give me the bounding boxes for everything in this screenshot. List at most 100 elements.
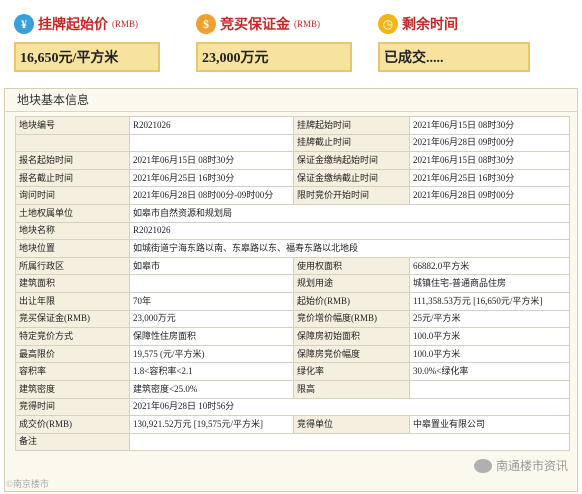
field-label: 建筑面积 <box>15 274 130 293</box>
field-value: 保障性住房面积 <box>129 327 294 346</box>
table-row: 地块编号 R2021026 挂牌起始时间 2021年06月15日 08时30分 <box>15 116 570 135</box>
field-value: 2021年06月28日 09时00分 <box>409 186 570 205</box>
watermark-corner: ©南京楼市 <box>6 479 49 489</box>
field-label: 限高 <box>293 379 410 399</box>
field-label: 保证金缴纳起始时间 <box>293 151 410 170</box>
field-value: 2021年06月28日 10时56分 <box>129 397 570 417</box>
field-label: 出让年限 <box>15 291 130 311</box>
listing-price-value: 16,650元/平方米 <box>14 42 160 72</box>
field-label: 竞买保证金(RMB) <box>15 309 130 329</box>
table-row: 竞买保证金(RMB) 23,000万元 竞价增价幅度(RMB) 25元/平方米 <box>15 309 570 329</box>
field-value: 如皋市自然资源和规划局 <box>129 203 570 223</box>
field-value: 2021年06月25日 16时30分 <box>129 168 294 188</box>
field-value: 城镇住宅-普通商品住房 <box>409 274 570 293</box>
field-label: 地块名称 <box>15 221 130 241</box>
price-tag-icon: ¥ <box>14 14 34 34</box>
field-value: 19,575 (元/平方米) <box>129 344 294 364</box>
table-row: 特定竞价方式 保障性住房面积 保障房初始面积 100.0平方米 <box>15 327 570 346</box>
table-row: 挂牌截止时间 2021年06月28日 09时00分 <box>15 133 570 153</box>
field-value: 111,358.53万元 [16,650元/平方米] <box>409 291 570 311</box>
deposit-label: 竞买保证金 <box>220 18 290 33</box>
field-value <box>129 133 294 153</box>
table-row: 土地权属单位 如皋市自然资源和规划局 <box>15 203 570 223</box>
field-value: 建筑密度<25.0% <box>129 379 294 399</box>
table-row: 成交价(RMB) 130,921.52万元 [19,575元/平方米] 竞得单位 中皋… <box>15 415 570 434</box>
table-row: 竞得时间 2021年06月28日 10时56分 <box>15 397 570 417</box>
field-label: 挂牌起始时间 <box>293 116 410 135</box>
field-value: 2021年06月25日 16时30分 <box>409 168 570 188</box>
field-label: 保证金缴纳截止时间 <box>293 168 410 188</box>
clock-icon: ◷ <box>378 14 398 34</box>
field-label: 建筑密度 <box>15 379 130 399</box>
field-label: 特定竞价方式 <box>15 327 130 346</box>
listing-price-block: ¥ 挂牌起始价 (RMB) 16,650元/平方米 <box>14 10 160 72</box>
listing-price-label: 挂牌起始价 <box>38 18 108 33</box>
remaining-block: ◷ 剩余时间 已成交..... <box>378 10 530 72</box>
field-value: 1.8<容积率<2.1 <box>129 362 294 381</box>
field-value: R2021026 <box>129 116 294 135</box>
remaining-value: 已成交..... <box>378 42 530 72</box>
table-row: 出让年限 70年 起始价(RMB) 111,358.53万元 [16,650元/平方米… <box>15 291 570 311</box>
field-value: R2021026 <box>129 221 570 241</box>
watermark-text: 南通楼市资讯 <box>495 459 568 473</box>
land-info-panel: 地块基本信息 地块编号 R2021026 挂牌起始时间 2021年06月15日 08时… <box>4 88 578 492</box>
field-label: 询问时间 <box>15 186 130 205</box>
table-row: 地块名称 R2021026 <box>15 221 570 241</box>
listing-price-unit: (RMB) <box>112 19 139 29</box>
field-value: 2021年06月15日 08时30分 <box>409 151 570 170</box>
wechat-icon <box>473 458 492 473</box>
field-value: 2021年06月28日 08时00分-09时00分 <box>129 186 294 205</box>
table-row: 建筑面积 规划用途 城镇住宅-普通商品住房 <box>15 274 570 293</box>
field-value <box>129 274 294 293</box>
field-label: 竞价增价幅度(RMB) <box>293 309 410 329</box>
land-info-table: 地块编号 R2021026 挂牌起始时间 2021年06月15日 08时30分 挂牌截止… <box>15 116 570 452</box>
field-value: 如皋市 <box>129 256 294 276</box>
watermark: 南通楼市资讯 <box>473 457 568 474</box>
table-row: 地块位置 如城街道宁海东路以南、东皋路以东、福寿东路以北地段 <box>15 239 570 258</box>
field-value: 如城街道宁海东路以南、东皋路以东、福寿东路以北地段 <box>129 239 570 258</box>
field-value: 100.0平方米 <box>409 344 570 364</box>
field-value <box>409 379 570 399</box>
field-value: 2021年06月28日 09时00分 <box>409 133 570 153</box>
field-label: 所属行政区 <box>15 256 130 276</box>
field-label: 绿化率 <box>293 362 410 381</box>
field-value: 70年 <box>129 291 294 311</box>
field-label: 最高限价 <box>15 344 130 364</box>
table-row: 所属行政区 如皋市 使用权面积 66882.0平方米 <box>15 256 570 276</box>
table-row: 容积率 1.8<容积率<2.1 绿化率 30.0%<绿化率 <box>15 362 570 381</box>
field-label: 成交价(RMB) <box>15 415 130 434</box>
table-row: 询问时间 2021年06月28日 08时00分-09时00分 限时竞价开始时间 202… <box>15 186 570 205</box>
field-label: 规划用途 <box>293 274 410 293</box>
money-bag-icon: $ <box>196 14 216 34</box>
table-row: 备注 <box>15 432 570 452</box>
field-label: 地块编号 <box>15 116 130 135</box>
field-value: 25元/平方米 <box>409 309 570 329</box>
field-label: 保障房初始面积 <box>293 327 410 346</box>
panel-title: 地块基本信息 <box>5 89 577 112</box>
table-row: 报名起始时间 2021年06月15日 08时30分 保证金缴纳起始时间 2021年06… <box>15 151 570 170</box>
field-label: 竞得单位 <box>293 415 410 434</box>
field-label: 地块位置 <box>15 239 130 258</box>
table-row: 建筑密度 建筑密度<25.0% 限高 <box>15 379 570 399</box>
table-row: 报名截止时间 2021年06月25日 16时30分 保证金缴纳截止时间 2021年06… <box>15 168 570 188</box>
field-label: 报名起始时间 <box>15 151 130 170</box>
field-value: 中皋置业有限公司 <box>409 415 570 434</box>
field-value <box>129 432 570 452</box>
field-value: 2021年06月15日 08时30分 <box>409 116 570 135</box>
field-value: 23,000万元 <box>129 309 294 329</box>
field-label: 使用权面积 <box>293 256 410 276</box>
summary-bar: ¥ 挂牌起始价 (RMB) 16,650元/平方米 $ 竞买保证金 (RMB) … <box>0 0 582 88</box>
field-label: 挂牌截止时间 <box>293 133 410 153</box>
deposit-block: $ 竞买保证金 (RMB) 23,000万元 <box>196 10 352 72</box>
field-value: 130,921.52万元 [19,575元/平方米] <box>129 415 294 434</box>
table-row: 最高限价 19,575 (元/平方米) 保障房竞价幅度 100.0平方米 <box>15 344 570 364</box>
remaining-label: 剩余时间 <box>402 18 458 33</box>
field-label: 保障房竞价幅度 <box>293 344 410 364</box>
deposit-value: 23,000万元 <box>196 42 352 72</box>
field-value: 100.0平方米 <box>409 327 570 346</box>
field-value: 2021年06月15日 08时30分 <box>129 151 294 170</box>
field-value: 66882.0平方米 <box>409 256 570 276</box>
field-label: 竞得时间 <box>15 397 130 417</box>
field-value: 30.0%<绿化率 <box>409 362 570 381</box>
field-label <box>15 133 130 153</box>
